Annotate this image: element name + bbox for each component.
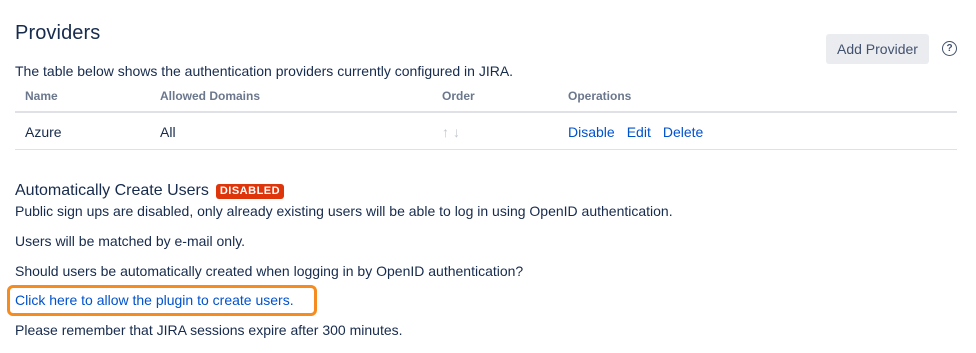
providers-page: Providers Add Provider ? The table below…: [0, 0, 976, 353]
provider-allowed-domains: All: [160, 124, 176, 140]
providers-description: The table below shows the authentication…: [15, 63, 514, 79]
edit-link[interactable]: Edit: [627, 124, 651, 140]
disable-link[interactable]: Disable: [568, 124, 615, 140]
column-header-order: Order: [442, 89, 475, 103]
order-arrows-icon[interactable]: ↑↓: [442, 115, 464, 149]
add-provider-button[interactable]: Add Provider: [826, 34, 929, 64]
column-header-name: Name: [25, 89, 58, 103]
table-row: Azure All ↑↓ Disable Edit Delete: [15, 115, 957, 150]
auto-create-section-title: Automatically Create Users DISABLED: [15, 182, 285, 200]
session-expiry-text: Please remember that JIRA sessions expir…: [15, 322, 403, 338]
allow-create-users-link[interactable]: Click here to allow the plugin to create…: [15, 292, 294, 308]
page-title: Providers: [15, 22, 101, 44]
column-header-allowed-domains: Allowed Domains: [160, 89, 261, 103]
operations-cell: Disable Edit Delete: [568, 115, 715, 149]
auto-create-question: Should users be automatically created wh…: [15, 263, 524, 279]
match-method-text: Users will be matched by e-mail only.: [15, 233, 246, 249]
column-header-operations: Operations: [568, 89, 632, 103]
delete-link[interactable]: Delete: [663, 124, 703, 140]
status-badge: DISABLED: [215, 183, 285, 199]
signup-status-text: Public sign ups are disabled, only alrea…: [15, 203, 673, 219]
providers-table-header: Name Allowed Domains Order Operations: [15, 89, 957, 113]
provider-name: Azure: [25, 124, 62, 140]
auto-create-title: Automatically Create Users: [15, 182, 209, 199]
help-icon[interactable]: ?: [942, 41, 957, 56]
